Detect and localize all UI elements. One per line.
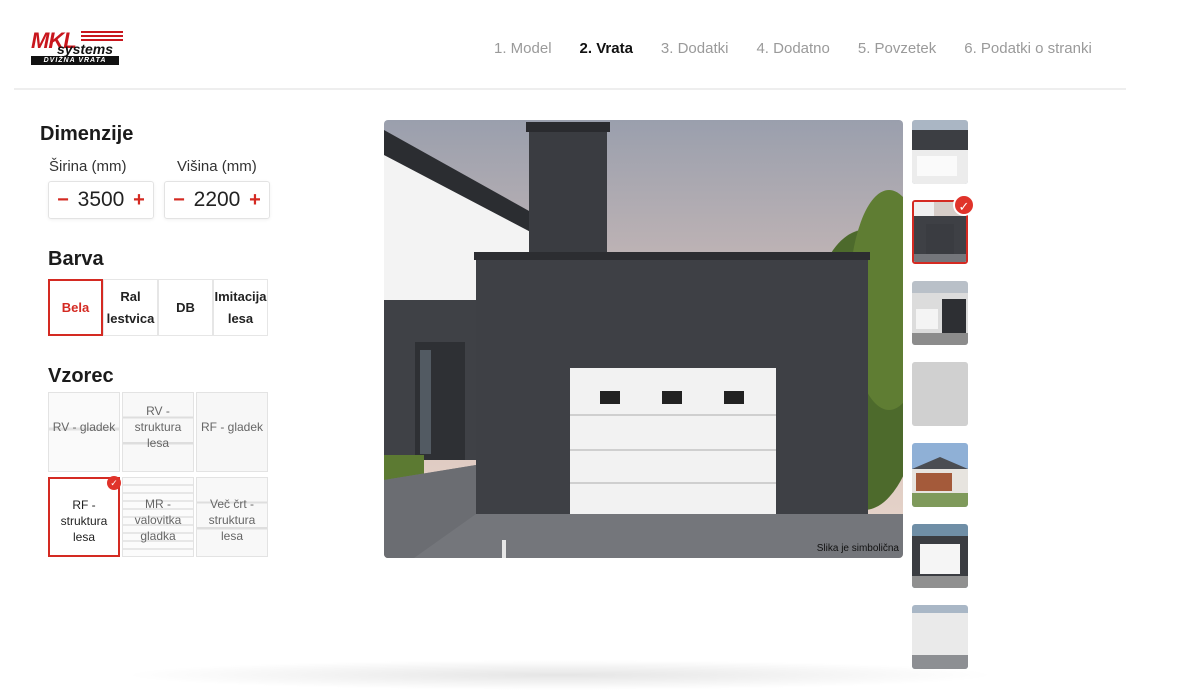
thumbnail-1[interactable]: [912, 120, 968, 184]
pattern-label: RF - struktura lesa: [60, 498, 108, 544]
pattern-label: RV - struktura lesa: [134, 404, 182, 450]
step-vrata[interactable]: 2. Vrata: [580, 40, 633, 57]
height-label: Višina (mm): [177, 158, 257, 175]
pattern-title: Vzorec: [48, 365, 114, 387]
thumbnail-5[interactable]: [912, 443, 968, 507]
width-decrement-button[interactable]: −: [57, 189, 69, 212]
thumbnail-6[interactable]: [912, 524, 968, 588]
height-stepper: − 2200 +: [164, 181, 270, 219]
height-increment-button[interactable]: +: [249, 189, 261, 212]
pattern-label: Več črt - struktura lesa: [208, 497, 256, 543]
thumbnail-3[interactable]: [912, 281, 968, 345]
logo-sub: systems: [57, 41, 114, 57]
mkl-logo[interactable]: MKL systems DVIŽNA VRATA: [31, 28, 123, 68]
width-label: Širina (mm): [49, 158, 127, 175]
pattern-options: RV - gladek RV - struktura lesa RF - gla…: [48, 392, 268, 557]
width-increment-button[interactable]: +: [133, 189, 145, 212]
pattern-option-rf-gladek[interactable]: RF - gladek: [196, 392, 268, 472]
pattern-label: MR - valovitka gladka: [134, 497, 182, 543]
width-stepper: − 3500 +: [48, 181, 154, 219]
pattern-option-rv-gladek[interactable]: RV - gladek: [48, 392, 120, 472]
pattern-label: RF - gladek: [200, 420, 264, 434]
pattern-option-rf-struktura[interactable]: ✓ RF - struktura lesa: [48, 476, 121, 557]
color-option-imitacija[interactable]: Imitacija lesa: [213, 279, 268, 336]
height-decrement-button[interactable]: −: [173, 189, 185, 212]
step-dodatki[interactable]: 3. Dodatki: [661, 40, 729, 57]
step-podatki[interactable]: 6. Podatki o stranki: [964, 40, 1092, 57]
bottom-shadow: [120, 660, 1000, 690]
dimensions-title: Dimenzije: [40, 123, 134, 145]
selected-check-icon: ✓: [953, 194, 975, 216]
color-option-bela[interactable]: Bela: [48, 279, 103, 336]
step-navigation: 1. Model 2. Vrata 3. Dodatki 4. Dodatno …: [494, 40, 1120, 57]
color-option-ral[interactable]: Ral lestvica: [103, 279, 158, 336]
door-preview-image: Slika je simbolična: [384, 120, 903, 558]
house-illustration: [384, 120, 903, 558]
thumbnail-4[interactable]: [912, 362, 968, 426]
height-value[interactable]: 2200: [194, 188, 241, 212]
pattern-option-rv-struktura[interactable]: RV - struktura lesa: [122, 392, 194, 472]
width-value[interactable]: 3500: [78, 188, 125, 212]
pattern-label: RV - gladek: [52, 420, 116, 434]
step-povzetek[interactable]: 5. Povzetek: [858, 40, 936, 57]
image-caption: Slika je simbolična: [816, 543, 899, 554]
color-options: Bela Ral lestvica DB Imitacija lesa: [48, 279, 268, 336]
logo-stripes: [81, 31, 123, 41]
color-option-db[interactable]: DB: [158, 279, 213, 336]
pattern-option-vec-crt[interactable]: Več črt - struktura lesa: [196, 477, 268, 557]
color-title: Barva: [48, 248, 104, 270]
selected-check-icon: ✓: [107, 476, 121, 490]
step-model[interactable]: 1. Model: [494, 40, 552, 57]
logo-tagline: DVIŽNA VRATA: [31, 56, 119, 65]
pattern-option-mr-valovitka[interactable]: MR - valovitka gladka: [122, 477, 194, 557]
step-dodatno[interactable]: 4. Dodatno: [756, 40, 829, 57]
